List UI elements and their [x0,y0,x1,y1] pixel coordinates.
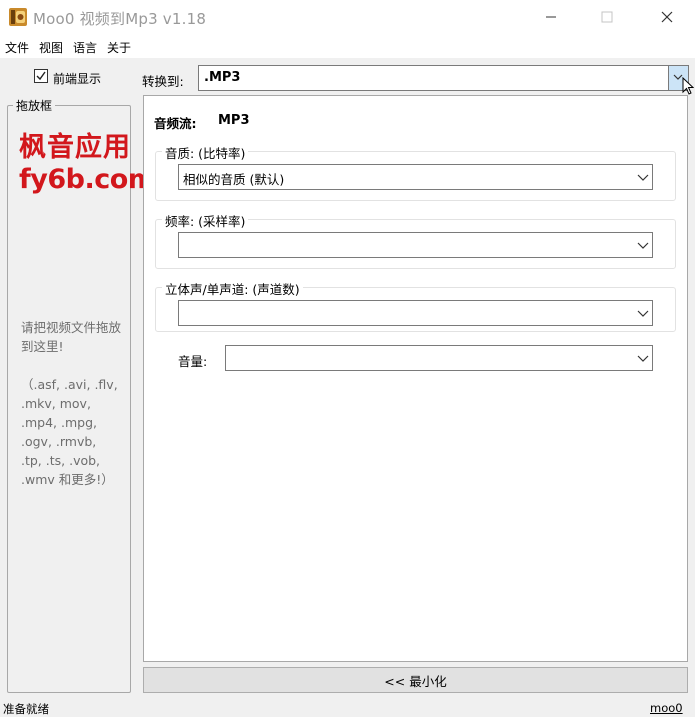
status-text: 准备就绪 [3,702,49,716]
convert-to-label: 转换到: [142,74,184,89]
volume-select[interactable] [225,345,653,371]
maximize-icon [601,11,613,23]
foreground-label[interactable]: 前端显示 [53,70,101,87]
minimize-icon [546,16,556,18]
format-value[interactable]: .MP3 [204,70,240,85]
format-select[interactable] [198,65,689,91]
drop-hint: 请把视频文件拖放到这里! [21,320,122,354]
app-logo-icon [9,8,27,26]
chevron-down-icon [636,308,650,318]
channels-label: 立体声/单声道: (声道数) [162,279,303,298]
chevron-down-icon [636,172,650,182]
channels-select[interactable] [178,300,653,326]
moo0-link[interactable]: moo0 [650,701,683,715]
menu-file[interactable]: 文件 [5,39,29,56]
minimize-window-button[interactable] [528,0,574,34]
menu-view[interactable]: 视图 [39,39,63,56]
drop-frame-title: 拖放框 [13,97,56,114]
window-title: Moo0 视频到Mp3 v1.18 [33,10,207,28]
quality-label: 音质: (比特率) [162,143,249,162]
foreground-checkbox[interactable] [34,69,48,83]
watermark: 枫音应用 fy6b.com [19,132,156,197]
audio-stream-value: MP3 [218,113,250,128]
maximize-window-button[interactable] [584,0,630,34]
watermark-line2: fy6b.com [19,164,156,196]
close-window-button[interactable] [644,0,690,34]
frequency-label: 频率: (采样率) [162,211,249,230]
minimize-panel-button[interactable]: << 最小化 [143,667,688,693]
menu-language[interactable]: 语言 [73,39,97,56]
chevron-down-icon [636,240,650,250]
audio-stream-label: 音频流: [154,116,197,131]
checkmark-icon [36,71,46,81]
chevron-down-icon [636,353,650,363]
watermark-line1: 枫音应用 [19,132,131,163]
menu-about[interactable]: 关于 [107,39,131,56]
close-icon [661,11,673,23]
supported-extensions: （.asf, .avi, .flv, .mkv, mov, .mp4, .mpg… [21,377,118,487]
menu-bar [0,34,695,58]
frequency-select[interactable] [178,232,653,258]
quality-value[interactable]: 相似的音质 (默认) [183,169,284,188]
volume-label: 音量: [178,354,208,369]
